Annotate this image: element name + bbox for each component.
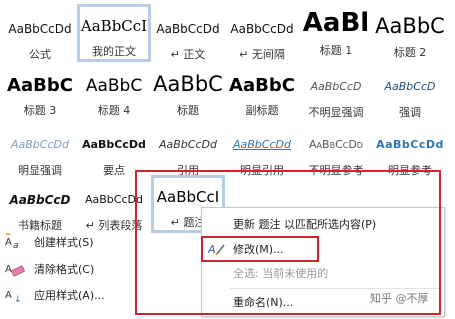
- style-tile[interactable]: AaBbCcDd 公式: [3, 4, 77, 62]
- style-tile[interactable]: AaBbCcD 强调: [373, 62, 447, 120]
- apply-style-command[interactable]: A ↓ 应用样式(A)...: [4, 285, 105, 305]
- create-style-label: 创建样式(S): [34, 236, 94, 249]
- style-name-label: 不明显强调: [308, 106, 364, 119]
- style-sample-preview: AaBbC: [7, 75, 73, 96]
- style-name-label: 标题 1: [319, 44, 353, 57]
- style-tile[interactable]: AaBbCcD 书籍标题: [3, 175, 77, 233]
- style-sample-preview: AaBbCcDd: [11, 138, 69, 151]
- create-style-command[interactable]: A a 创建样式(S): [4, 231, 94, 252]
- highlight-annotation-modify: [201, 236, 319, 262]
- style-sample-preview: AaBbCcDd: [309, 138, 363, 151]
- style-tile[interactable]: AaBbC 标题 4: [77, 62, 151, 120]
- svg-text:A: A: [5, 290, 12, 301]
- svg-text:↓: ↓: [14, 295, 22, 304]
- style-name-label: 书籍标题: [18, 219, 62, 232]
- watermark: 知乎 @不厚: [370, 292, 429, 305]
- style-name-label: 标题: [177, 104, 199, 117]
- style-tile[interactable]: AaBbC 标题: [151, 62, 225, 120]
- style-tile[interactable]: AaBl 标题 1: [299, 4, 373, 62]
- style-sample-preview: AaBbCcD: [310, 80, 362, 93]
- apply-style-label: 应用样式(A)...: [34, 289, 105, 302]
- style-sample-preview: AaBbCcD: [384, 80, 436, 93]
- create-style-icon: A a: [4, 231, 28, 251]
- style-tile[interactable]: AaBbC 副标题: [225, 62, 299, 120]
- style-sample-preview: AaBbCcI: [80, 17, 148, 35]
- clear-format-command[interactable]: A 清除格式(C): [4, 259, 94, 279]
- apply-style-icon: A ↓: [4, 286, 28, 305]
- style-sample-preview: AaBbCcDd: [159, 138, 217, 151]
- style-sample-preview: AaBbCcDd: [8, 22, 72, 36]
- style-tile[interactable]: AaBbC 标题 3: [3, 62, 77, 120]
- style-sample-preview: AaBbCcD: [9, 193, 71, 207]
- style-tile[interactable]: AaBbC 标题 2: [373, 4, 447, 62]
- style-name-label: 副标题: [245, 104, 279, 117]
- style-sample-preview: AaBbCcDd: [376, 138, 444, 151]
- style-name-label: ↵ 正文: [170, 48, 206, 61]
- style-name-label: ↵ 无间隔: [239, 48, 285, 61]
- style-sample-preview: AaBbC: [375, 14, 445, 38]
- style-tile[interactable]: AaBbCcI 我的正文: [77, 4, 151, 62]
- clear-format-icon: A: [4, 260, 28, 278]
- style-sample-preview: AaBbC: [153, 72, 223, 96]
- style-name-label: 公式: [29, 48, 51, 61]
- svg-text:A: A: [5, 264, 12, 275]
- style-name-label: 强调: [399, 106, 421, 119]
- style-sample-preview: AaBbC: [85, 76, 143, 96]
- style-tile[interactable]: AaBbCcD 不明显强调: [299, 62, 373, 120]
- style-sample-preview: AaBbCcDd: [156, 22, 220, 36]
- svg-text:A: A: [5, 237, 12, 248]
- clear-format-label: 清除格式(C): [34, 263, 95, 276]
- style-tile[interactable]: AaBbCcDd 明显强调: [3, 120, 77, 178]
- style-sample-preview: AaBl: [302, 8, 370, 38]
- style-name-label: 标题 4: [97, 104, 131, 117]
- style-tile[interactable]: AaBbCcDd ↵ 正文: [151, 4, 225, 62]
- style-sample-preview: AaBbC: [229, 75, 295, 96]
- style-name-label: 我的正文: [92, 45, 136, 58]
- svg-text:a: a: [13, 241, 19, 251]
- style-sample-preview: AaBbCcDd: [233, 138, 291, 151]
- style-tile[interactable]: AaBbCcDd ↵ 无间隔: [225, 4, 299, 62]
- style-name-label: 标题 2: [393, 46, 427, 59]
- style-name-label: ↵ 列表段落: [85, 219, 143, 232]
- style-sample-preview: AaBbCcDd: [230, 22, 294, 36]
- style-name-label: 标题 3: [23, 104, 57, 117]
- style-sample-preview: AaBbCcDd: [82, 138, 146, 151]
